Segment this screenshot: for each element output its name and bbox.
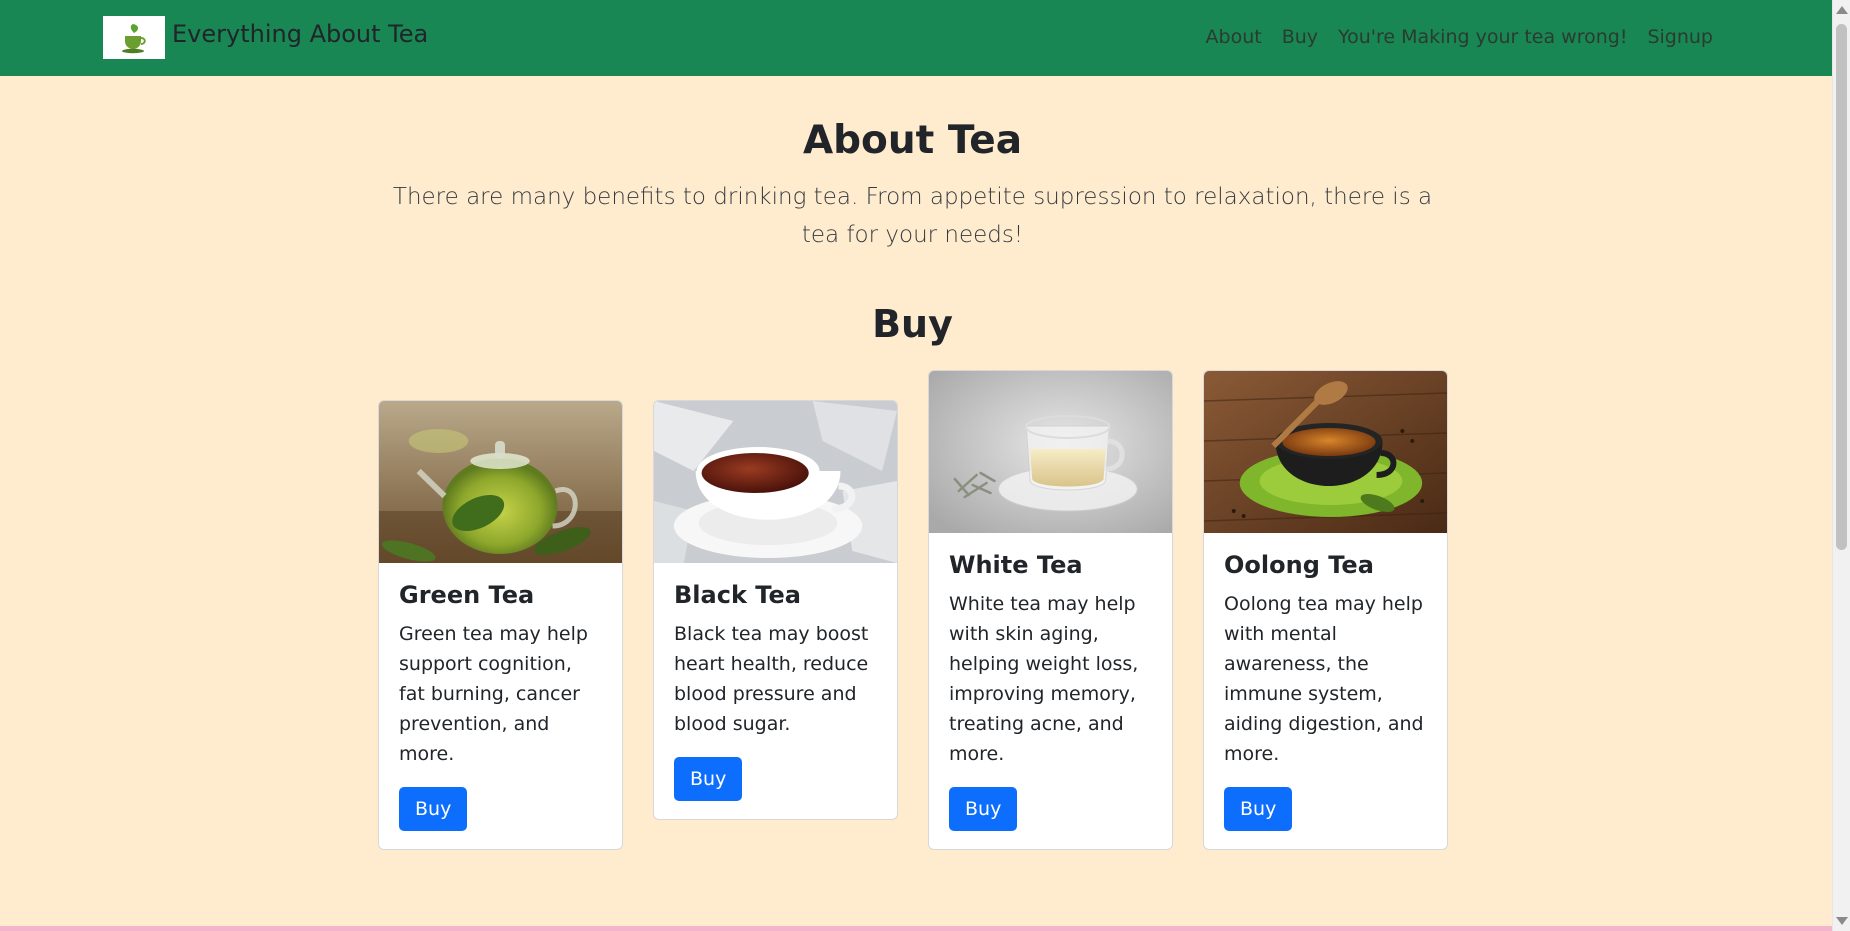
buy-heading: Buy (872, 302, 953, 346)
black-tea-cup-image (654, 401, 897, 563)
white-tea-glass-cup-image (929, 371, 1172, 533)
about-tea-description: There are many benefits to drinking tea.… (392, 184, 1433, 248)
card-body: White Tea White tea may help with skin a… (929, 533, 1172, 849)
card-body: Oolong Tea Oolong tea may help with ment… (1204, 533, 1447, 849)
nav-link-tea-wrong[interactable]: You're Making your tea wrong! (1338, 26, 1627, 48)
oolong-tea-cup-image (1204, 371, 1447, 533)
navbar: Everything About Tea About Buy You're Ma… (0, 0, 1832, 76)
card-white-tea: White Tea White tea may help with skin a… (928, 370, 1173, 850)
card-text: Black tea may boost heart health, reduce… (674, 623, 869, 735)
card-body: Black Tea Black tea may boost heart heal… (654, 563, 897, 819)
vertical-scrollbar[interactable] (1832, 0, 1850, 931)
card-title: White Tea (949, 551, 1083, 579)
nav-links: About Buy You're Making your tea wrong! … (1206, 26, 1713, 48)
card-title: Oolong Tea (1224, 551, 1374, 579)
nav-link-buy[interactable]: Buy (1282, 26, 1318, 48)
card-text: Oolong tea may help with mental awarenes… (1224, 593, 1424, 765)
card-body: Green Tea Green tea may help support cog… (379, 563, 622, 849)
brand-name[interactable]: Everything About Tea (172, 20, 428, 48)
card-green-tea: Green Tea Green tea may help support cog… (378, 400, 623, 850)
buy-black-tea-button[interactable]: Buy (674, 757, 743, 801)
about-tea-heading: About Tea (802, 118, 1023, 163)
bottom-strip (0, 926, 1832, 931)
brand-logo[interactable] (103, 16, 165, 59)
nav-link-signup[interactable]: Signup (1647, 26, 1713, 48)
card-black-tea: Black Tea Black tea may boost heart heal… (653, 400, 898, 820)
card-title: Green Tea (399, 581, 535, 609)
card-oolong-tea: Oolong Tea Oolong tea may help with ment… (1203, 370, 1448, 850)
teacup-icon (122, 23, 146, 53)
green-tea-teapot-image (379, 401, 622, 563)
nav-link-about[interactable]: About (1206, 26, 1262, 48)
buy-green-tea-button[interactable]: Buy (399, 787, 468, 831)
scroll-down-icon[interactable] (1836, 917, 1848, 925)
buy-white-tea-button[interactable]: Buy (949, 787, 1018, 831)
card-text: White tea may help with skin aging, help… (949, 593, 1139, 765)
card-text: Green tea may help support cognition, fa… (399, 623, 588, 765)
scroll-up-icon[interactable] (1836, 6, 1848, 14)
buy-oolong-tea-button[interactable]: Buy (1224, 787, 1293, 831)
card-title: Black Tea (674, 581, 801, 609)
scrollbar-thumb[interactable] (1836, 24, 1847, 550)
